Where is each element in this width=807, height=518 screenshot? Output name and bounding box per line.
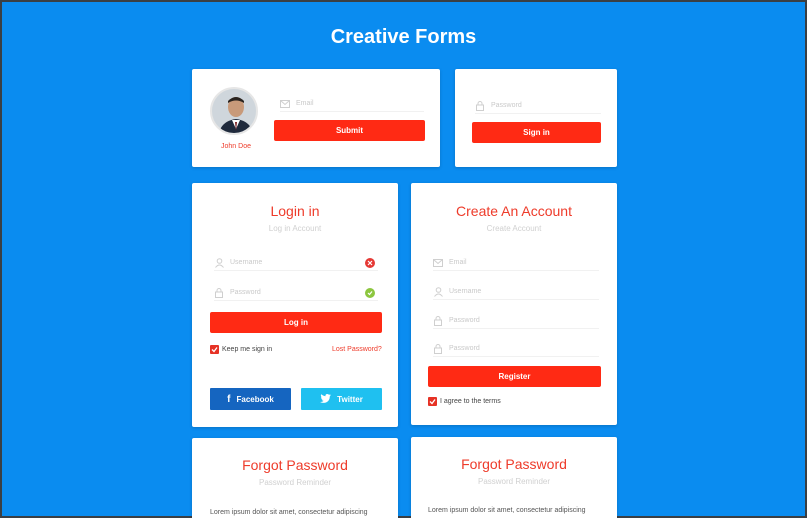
password-field[interactable]: Password [214, 285, 378, 301]
facebook-button[interactable]: f Facebook [210, 388, 291, 410]
lock-icon [433, 343, 443, 354]
forgot-body: Lorem ipsum dolor sit amet, consectetur … [210, 509, 368, 516]
submit-button[interactable]: Submit [274, 120, 425, 141]
signin-button[interactable]: Sign in [472, 122, 601, 143]
error-icon [365, 258, 375, 268]
email-placeholder: Email [296, 100, 314, 107]
email-placeholder: Email [449, 259, 467, 266]
agree-checkbox[interactable] [428, 397, 437, 406]
facebook-label: Facebook [236, 394, 274, 404]
profile-card: John Doe Email Submit [192, 69, 440, 167]
keep-signed-checkbox[interactable] [210, 345, 219, 354]
lost-password-link[interactable]: Lost Password? [332, 346, 382, 353]
forgot-title: Forgot Password [242, 457, 348, 473]
password-placeholder: Password [449, 317, 480, 324]
forgot-subtitle: Password Reminder [258, 478, 332, 487]
lock-icon [433, 315, 443, 326]
register-card: Create An Account Create Account Email U… [411, 183, 617, 425]
confirm-password-field[interactable]: Password [433, 341, 599, 357]
username-field[interactable]: Username [214, 255, 378, 271]
password-field[interactable]: Password [433, 313, 599, 329]
user-icon [214, 257, 224, 268]
login-card: Login in Log in Account Username Passwor… [192, 183, 398, 427]
login-button[interactable]: Log in [210, 312, 382, 333]
register-title: Create An Account [456, 203, 572, 219]
envelope-icon [433, 258, 443, 268]
forgot-body: Lorem ipsum dolor sit amet, consectetur … [428, 507, 586, 514]
password-placeholder: Password [491, 102, 522, 109]
password-field[interactable]: Password [475, 98, 601, 114]
username-placeholder: Username [449, 288, 482, 295]
twitter-icon [320, 393, 332, 405]
valid-check-icon [365, 288, 375, 298]
profile-name: John Doe [221, 143, 251, 150]
password-placeholder: Password [230, 289, 261, 296]
twitter-button[interactable]: Twitter [301, 388, 382, 410]
username-field[interactable]: Username [433, 284, 599, 300]
lock-icon [214, 287, 224, 298]
username-placeholder: Username [230, 259, 263, 266]
keep-signed-label: Keep me sign in [222, 346, 273, 353]
forgot-subtitle: Password Reminder [477, 477, 551, 486]
agree-label: I agree to the terms [440, 398, 501, 405]
login-title: Login in [270, 203, 320, 219]
email-field[interactable]: Email [280, 96, 424, 112]
register-subtitle: Create Account [486, 224, 542, 233]
forgot-password-card: Forgot Password Password Reminder Lorem … [411, 437, 617, 518]
envelope-icon [280, 99, 290, 109]
avatar [210, 87, 258, 135]
twitter-label: Twitter [337, 394, 363, 404]
signin-card: Password Sign in [455, 69, 617, 167]
email-field[interactable]: Email [433, 255, 599, 271]
forgot-title: Forgot Password [461, 456, 567, 472]
facebook-icon: f [227, 393, 231, 405]
login-subtitle: Log in Account [268, 224, 322, 233]
page-title: Creative Forms [330, 26, 477, 48]
confirm-password-placeholder: Password [449, 345, 480, 352]
forgot-password-card: Forgot Password Password Reminder Lorem … [192, 438, 398, 518]
user-icon [433, 286, 443, 297]
lock-icon [475, 100, 485, 111]
register-button[interactable]: Register [428, 366, 601, 387]
